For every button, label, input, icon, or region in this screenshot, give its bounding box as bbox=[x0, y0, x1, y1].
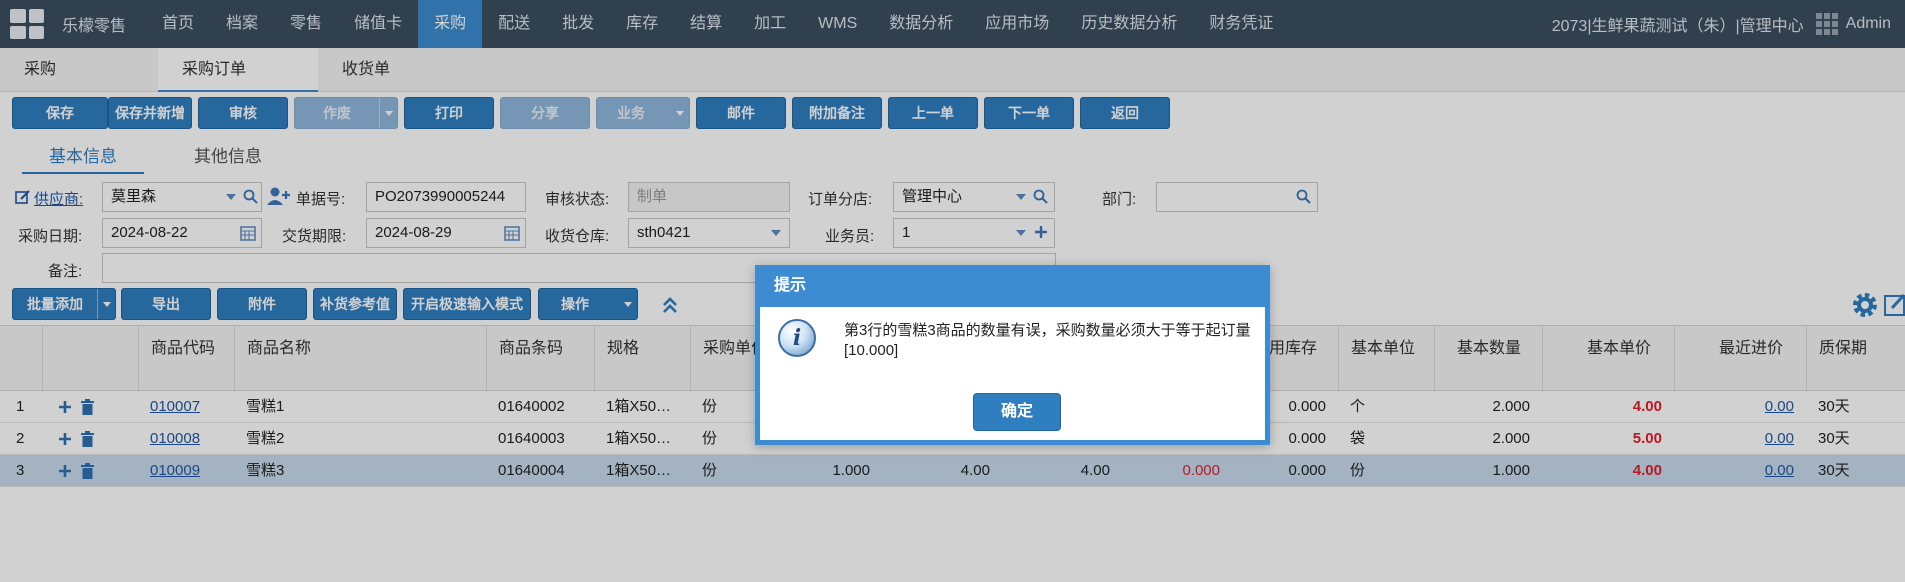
alert-dialog: 提示 i 第3行的雪糕3商品的数量有误，采购数量必须大于等于起订量[10.000… bbox=[755, 265, 1270, 445]
ok-button[interactable]: 确定 bbox=[973, 393, 1061, 431]
dialog-message: 第3行的雪糕3商品的数量有误，采购数量必须大于等于起订量[10.000] bbox=[844, 322, 1251, 359]
dialog-title: 提示 bbox=[760, 265, 1265, 307]
info-icon: i bbox=[778, 319, 816, 357]
